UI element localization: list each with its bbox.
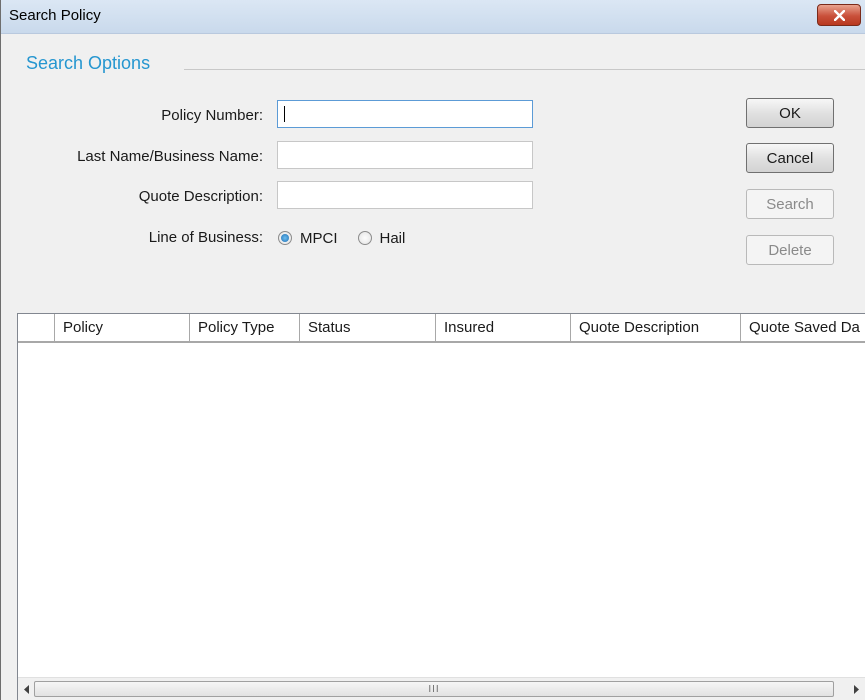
column-header-quote-saved-date[interactable]: Quote Saved Da	[741, 314, 865, 341]
line-of-business-label: Line of Business:	[148, 229, 263, 246]
column-header-policy-type[interactable]: Policy Type	[190, 314, 300, 341]
results-grid[interactable]: Policy Policy Type Status Insured Quote …	[17, 313, 865, 700]
column-header-quote-description[interactable]: Quote Description	[571, 314, 741, 341]
scroll-left-button[interactable]	[20, 682, 34, 696]
grid-header: Policy Policy Type Status Insured Quote …	[18, 314, 865, 343]
scroll-right-button[interactable]	[849, 682, 863, 696]
policy-number-label: Policy Number:	[161, 107, 263, 124]
quote-description-input[interactable]	[277, 181, 533, 209]
line-of-business-radio-group: MPCI Hail	[278, 227, 425, 249]
radio-selected-dot	[281, 234, 289, 242]
last-name-label: Last Name/Business Name:	[77, 148, 263, 165]
quote-description-label: Quote Description:	[138, 188, 263, 205]
horizontal-scrollbar[interactable]: III	[18, 677, 865, 700]
window-title: Search Policy	[9, 7, 101, 24]
scrollbar-grip: III	[428, 683, 440, 695]
close-button[interactable]	[817, 4, 861, 26]
radio-mpci[interactable]	[278, 231, 292, 245]
arrow-left-icon	[24, 684, 29, 694]
delete-button[interactable]: Delete	[746, 235, 834, 265]
title-bar[interactable]: Search Policy	[1, 0, 865, 34]
column-header-status[interactable]: Status	[300, 314, 436, 341]
column-header-policy[interactable]: Policy	[55, 314, 190, 341]
row-header-column	[18, 314, 55, 341]
text-caret	[284, 106, 285, 122]
cancel-button[interactable]: Cancel	[746, 143, 834, 173]
radio-hail-label[interactable]: Hail	[380, 230, 406, 247]
group-divider	[184, 69, 865, 70]
search-button[interactable]: Search	[746, 189, 834, 219]
close-icon	[833, 9, 845, 21]
arrow-right-icon	[854, 684, 859, 694]
scrollbar-thumb[interactable]: III	[34, 681, 834, 697]
radio-hail[interactable]	[357, 231, 372, 245]
column-header-insured[interactable]: Insured	[436, 314, 571, 341]
search-policy-dialog: Search Policy Search Options Policy Numb…	[0, 0, 865, 700]
policy-number-input[interactable]	[277, 100, 533, 128]
search-options-heading: Search Options	[26, 53, 151, 73]
last-name-input[interactable]	[277, 141, 533, 169]
ok-button[interactable]: OK	[746, 98, 834, 128]
radio-mpci-label[interactable]: MPCI	[300, 230, 338, 247]
